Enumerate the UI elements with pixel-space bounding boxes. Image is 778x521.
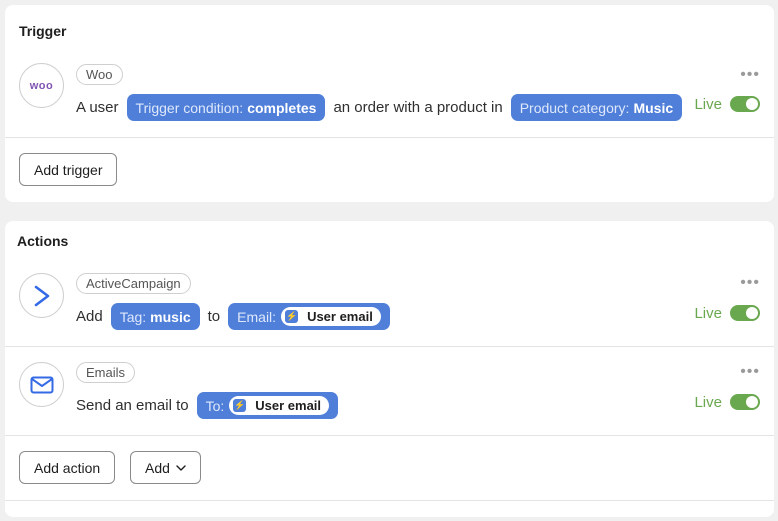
- chevron-down-icon: [176, 464, 186, 471]
- trigger-card: Trigger woo Woo ••• A user Trigger condi…: [5, 5, 774, 202]
- trigger-sentence: A user Trigger condition: completes an o…: [76, 94, 690, 121]
- woo-logo-text: woo: [29, 79, 54, 92]
- actions-card: Actions ActiveCampaign ••• Add Tag: musi…: [5, 221, 774, 517]
- pill-label: Trigger condition:: [135, 99, 244, 116]
- pill-value: Music: [633, 99, 674, 116]
- sentence-verb: Send an email to: [76, 397, 189, 414]
- pill-value: music: [150, 308, 191, 325]
- live-status: Live: [694, 95, 760, 113]
- user-email-chip: ⚡ User email: [229, 396, 330, 415]
- activecampaign-logo: [19, 273, 64, 318]
- section-title-trigger: Trigger: [19, 23, 67, 39]
- envelope-icon: [30, 376, 53, 393]
- more-options-icon[interactable]: •••: [740, 275, 760, 291]
- live-label: Live: [694, 393, 722, 411]
- email-pill[interactable]: Email: ⚡ User email: [228, 303, 390, 330]
- live-label: Live: [694, 304, 722, 322]
- divider: [5, 500, 774, 501]
- add-action-button[interactable]: Add action: [19, 451, 116, 484]
- app-chip-emails: Emails: [76, 362, 136, 383]
- chip-value: User email: [255, 398, 322, 413]
- pill-label: To:: [205, 397, 225, 414]
- emails-logo: [19, 362, 64, 407]
- product-category-pill[interactable]: Product category: Music: [510, 94, 683, 121]
- sentence-verb: Add: [76, 308, 103, 325]
- divider: [5, 346, 774, 347]
- section-title-actions: Actions: [17, 233, 69, 249]
- lightning-bolt-icon: ⚡: [285, 310, 299, 323]
- pill-label: Tag:: [119, 308, 147, 325]
- tag-pill[interactable]: Tag: music: [110, 303, 200, 330]
- trigger-condition-pill[interactable]: Trigger condition: completes: [126, 94, 326, 121]
- app-chip-activecampaign: ActiveCampaign: [76, 273, 191, 294]
- add-button-label: Add: [145, 459, 170, 476]
- live-status: Live: [694, 393, 760, 411]
- add-trigger-button[interactable]: Add trigger: [19, 153, 118, 186]
- live-toggle[interactable]: [730, 96, 760, 112]
- app-chip-woo: Woo: [76, 64, 123, 85]
- live-toggle[interactable]: [730, 394, 760, 410]
- live-status: Live: [694, 304, 760, 322]
- more-options-icon[interactable]: •••: [740, 364, 760, 380]
- lightning-bolt-icon: ⚡: [233, 399, 247, 412]
- pill-label: Product category:: [519, 99, 630, 116]
- woo-logo: woo: [19, 63, 64, 108]
- sentence-start: A user: [76, 99, 119, 116]
- user-email-chip: ⚡ User email: [281, 307, 381, 326]
- action-sentence: Add Tag: music to Email: ⚡ User email: [76, 303, 398, 330]
- divider: [5, 435, 774, 436]
- action-sentence: Send an email to To: ⚡ User email: [76, 392, 346, 419]
- live-label: Live: [694, 95, 722, 113]
- activecampaign-chevron-icon: [34, 285, 49, 306]
- pill-label: Email:: [237, 308, 277, 325]
- chip-value: User email: [307, 309, 373, 324]
- to-pill[interactable]: To: ⚡ User email: [196, 392, 339, 419]
- sentence-mid: an order with a product in: [333, 99, 503, 116]
- more-options-icon[interactable]: •••: [740, 67, 760, 83]
- add-dropdown-button[interactable]: Add: [130, 451, 201, 484]
- sentence-connector: to: [207, 308, 221, 325]
- live-toggle[interactable]: [730, 305, 760, 321]
- divider: [5, 137, 774, 138]
- pill-value: completes: [247, 99, 317, 116]
